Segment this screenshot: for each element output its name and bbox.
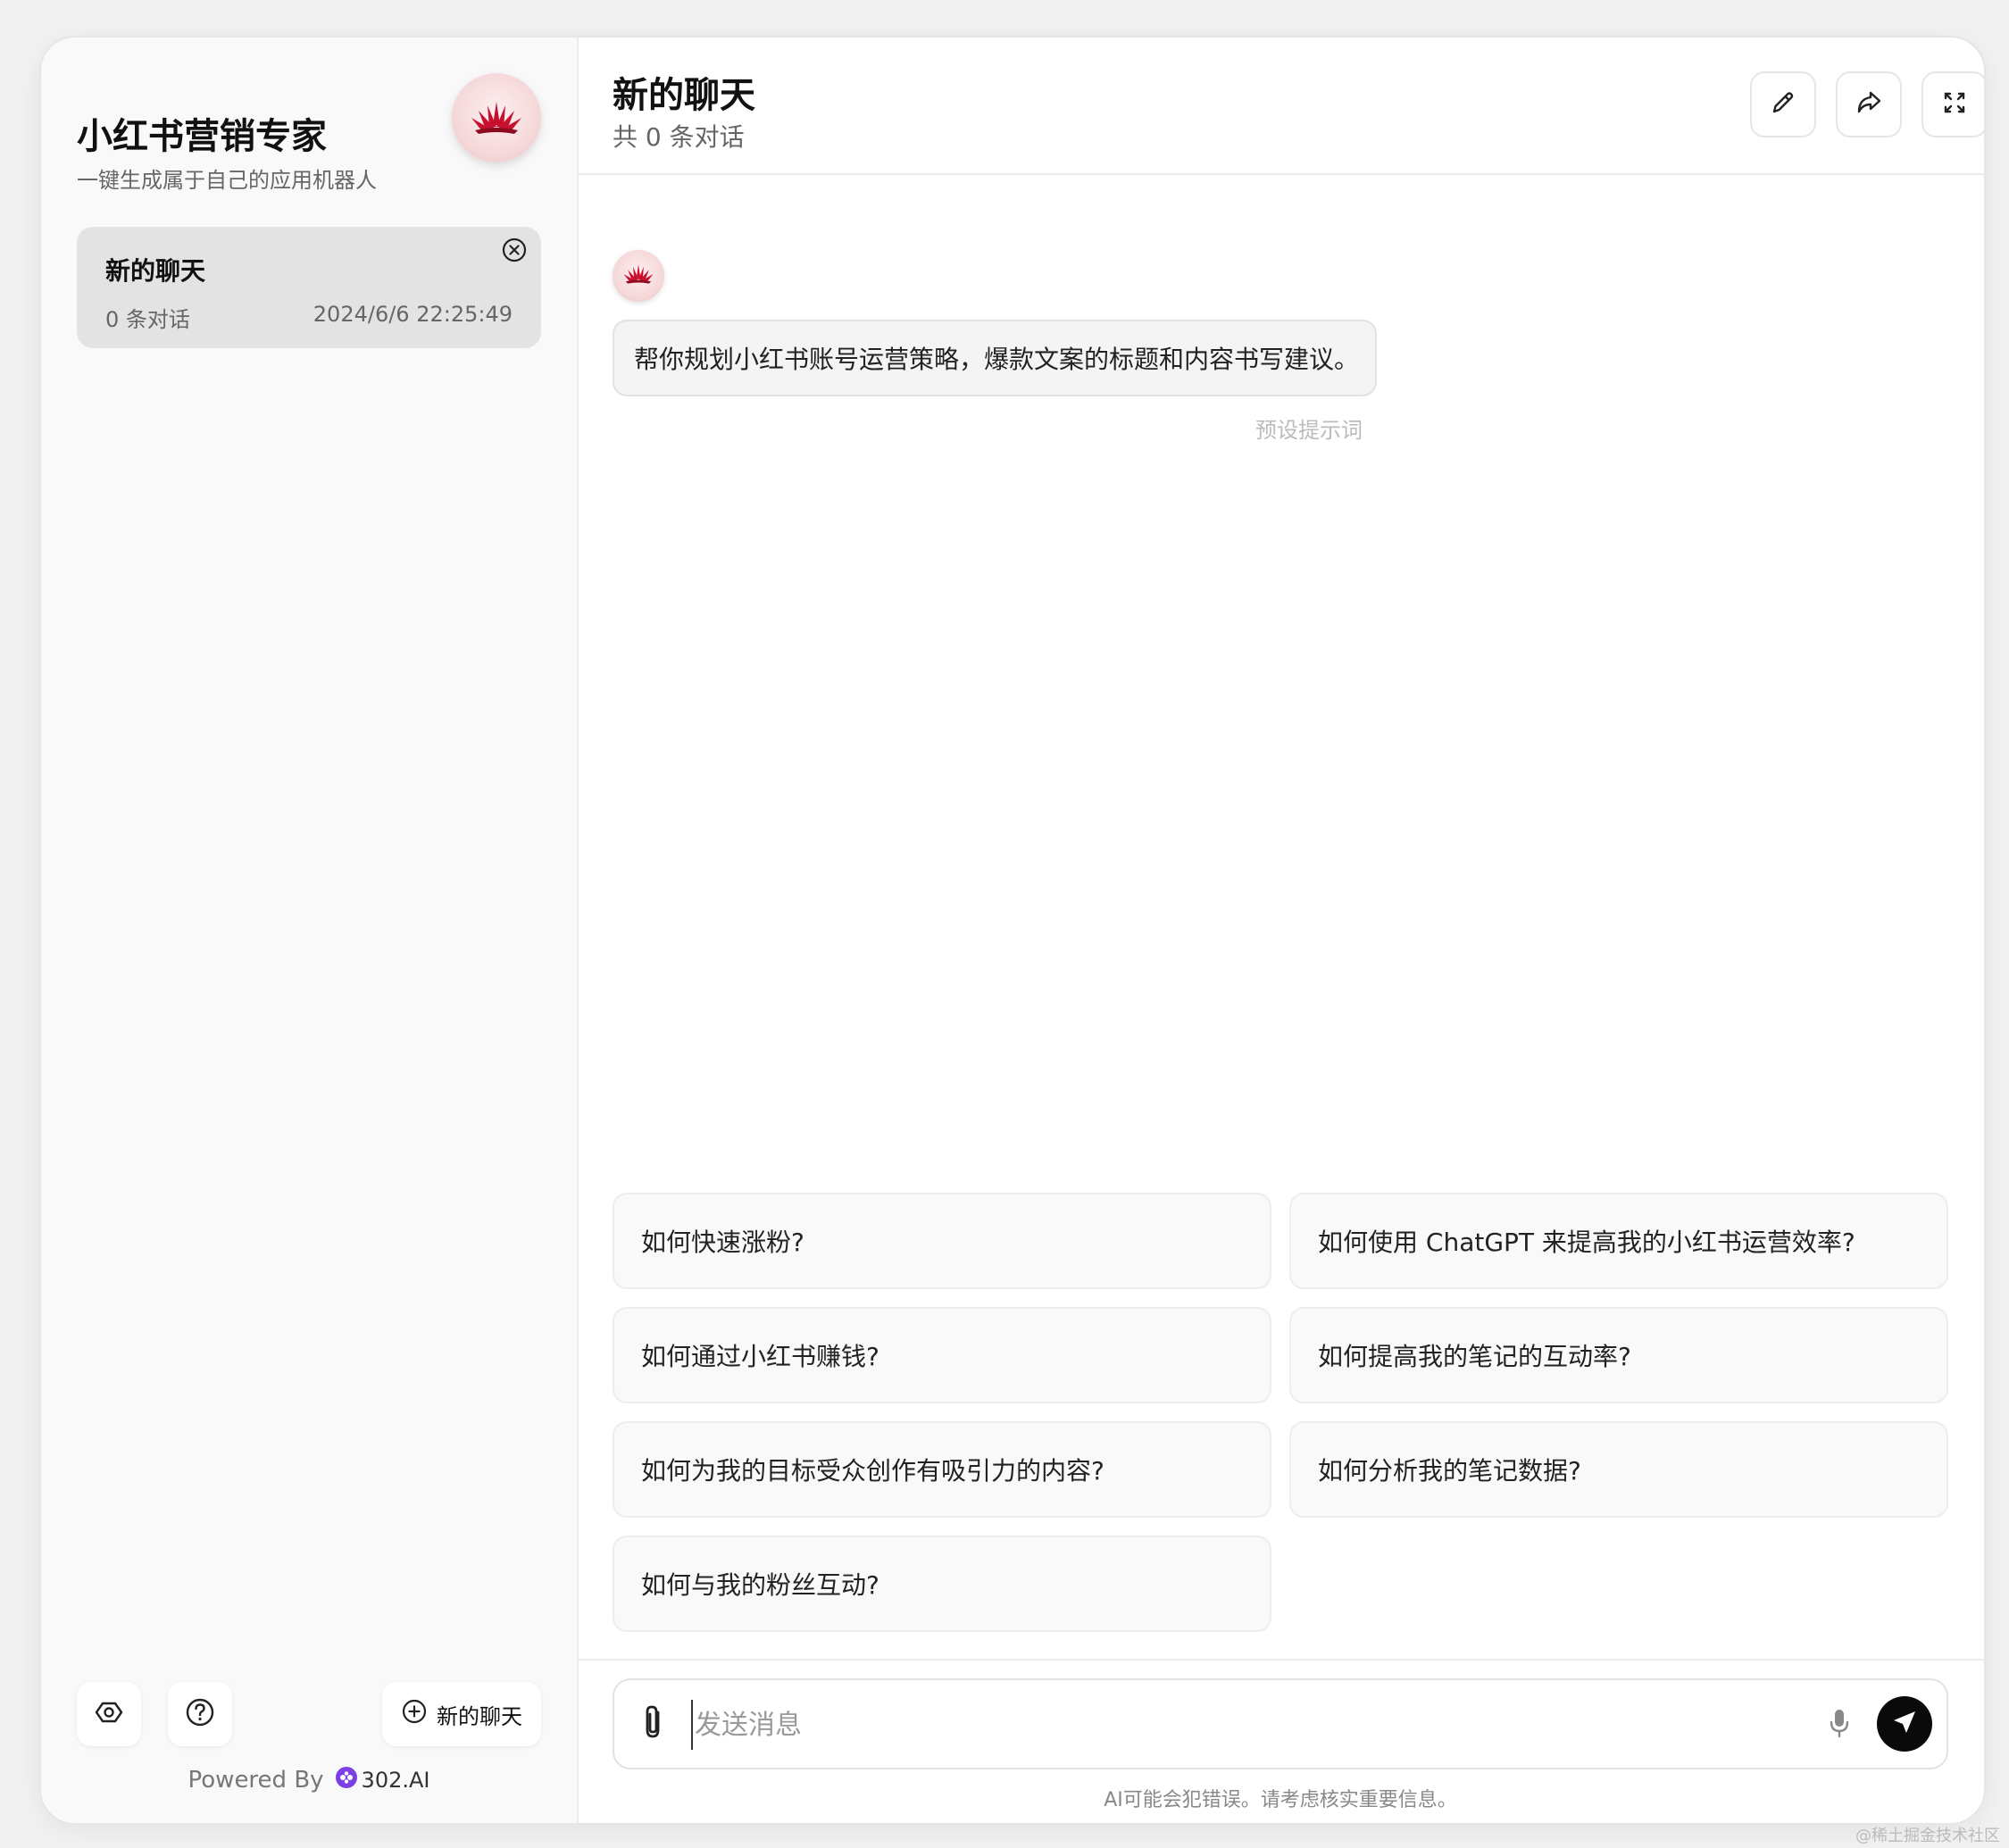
suggestion-card[interactable]: 如何与我的粉丝互动?	[613, 1536, 1271, 1632]
conversation-count: 共 0 条对话	[613, 122, 745, 152]
help-button[interactable]	[168, 1682, 232, 1746]
plus-circle-icon	[401, 1698, 428, 1730]
microphone-button[interactable]	[1821, 1703, 1857, 1746]
chat-item-time: 2024/6/6 22:25:49	[313, 302, 513, 327]
pencil-icon	[1768, 87, 1798, 121]
attach-button[interactable]	[634, 1703, 673, 1744]
suggestion-card[interactable]: 如何为我的目标受众创作有吸引力的内容?	[613, 1421, 1271, 1518]
lotus-logo-icon	[452, 73, 541, 162]
paperclip-icon	[640, 1703, 667, 1744]
ai-disclaimer: AI可能会犯错误。请考虑核实重要信息。	[1104, 1789, 1457, 1811]
settings-hex-icon	[95, 1698, 123, 1730]
sidebar: 小红书营销专家 一键生成属于自己的应用机器人 新的聊天 0 条对话 2024/6…	[41, 37, 579, 1823]
watermark: @稀土掘金技术社区	[1855, 1827, 2000, 1845]
settings-button[interactable]	[77, 1682, 141, 1746]
bot-avatar	[613, 250, 664, 302]
brand-link[interactable]: 302.AI	[335, 1766, 430, 1794]
suggestion-card[interactable]: 如何提高我的笔记的互动率?	[1289, 1307, 1948, 1403]
edit-button[interactable]	[1750, 71, 1816, 137]
message-composer	[613, 1678, 1948, 1769]
send-button[interactable]	[1877, 1696, 1932, 1752]
fullscreen-icon	[1940, 88, 1969, 121]
app-subtitle: 一键生成属于自己的应用机器人	[77, 168, 377, 193]
powered-by-label: Powered By	[188, 1767, 324, 1794]
new-chat-button[interactable]: 新的聊天	[382, 1682, 541, 1746]
chat-item-title: 新的聊天	[105, 256, 206, 286]
share-icon	[1854, 87, 1884, 121]
app-window: 小红书营销专家 一键生成属于自己的应用机器人 新的聊天 0 条对话 2024/6…	[39, 36, 1986, 1825]
page-title: 新的聊天	[613, 75, 755, 116]
suggestion-card[interactable]: 如何快速涨粉?	[613, 1193, 1271, 1289]
brand-name: 302.AI	[361, 1768, 430, 1793]
preset-prompt-bubble: 帮你规划小红书账号运营策略，爆款文案的标题和内容书写建议。	[613, 320, 1377, 396]
powered-by: Powered By 302.AI	[41, 1766, 577, 1794]
suggestion-card[interactable]: 如何通过小红书赚钱?	[613, 1307, 1271, 1403]
suggestion-card[interactable]: 如何使用 ChatGPT 来提高我的小红书运营效率?	[1289, 1193, 1948, 1289]
share-button[interactable]	[1836, 71, 1902, 137]
preset-prompt-label: 预设提示词	[1255, 418, 1363, 443]
microphone-icon	[1828, 1707, 1851, 1743]
delete-chat-icon[interactable]	[500, 236, 529, 264]
send-arrow-icon	[1890, 1708, 1919, 1740]
fullscreen-button[interactable]	[1921, 71, 1984, 137]
lotus-avatar-icon	[621, 262, 655, 289]
brand-logo-icon	[335, 1766, 358, 1794]
message-input[interactable]	[691, 1700, 1768, 1750]
input-divider	[577, 1659, 1984, 1661]
main-panel: 新的聊天 共 0 条对话 帮你规划小红书账号运营策略，爆款文案的标题和内容书写建…	[577, 37, 1984, 1823]
chat-header: 新的聊天 共 0 条对话	[577, 37, 1984, 175]
chat-list-item[interactable]: 新的聊天 0 条对话 2024/6/6 22:25:49	[77, 227, 541, 348]
new-chat-label: 新的聊天	[437, 1703, 522, 1729]
app-title: 小红书营销专家	[77, 116, 327, 157]
chat-item-count: 0 条对话	[105, 307, 190, 332]
suggestion-card[interactable]: 如何分析我的笔记数据?	[1289, 1421, 1948, 1518]
help-circle-icon	[185, 1697, 215, 1731]
